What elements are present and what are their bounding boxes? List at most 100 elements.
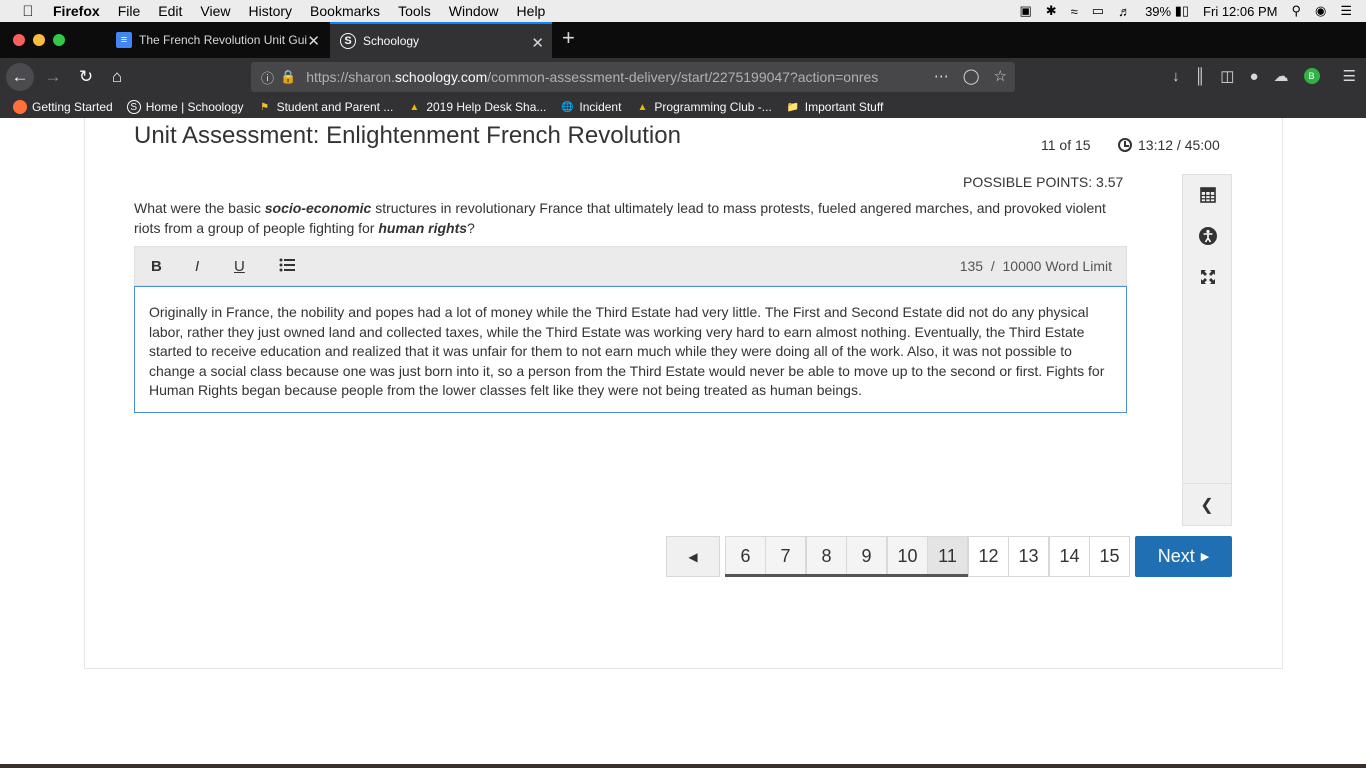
bookmark-folder-important[interactable]: 📁 Important Stuff xyxy=(786,100,884,114)
next-button[interactable]: Next ▶ xyxy=(1135,536,1232,577)
extension-icon[interactable]: ☁ xyxy=(1274,67,1289,85)
question-emphasis: human rights xyxy=(378,219,468,236)
menu-tools[interactable]: Tools xyxy=(398,3,431,19)
window-close-button[interactable] xyxy=(13,34,25,46)
globe-icon: 🌐 xyxy=(561,101,574,113)
bookmark-student-parent[interactable]: ⚑ Student and Parent ... xyxy=(258,100,393,114)
bulleted-list-icon[interactable] xyxy=(279,258,295,276)
lock-icon: 🔒 xyxy=(280,69,297,84)
address-bar[interactable]: ⓘ 🔒 https://sharon.schoology.com/common-… xyxy=(251,62,1015,92)
page-button-9[interactable]: 9 xyxy=(846,536,887,577)
page-actions-icon[interactable]: ⋯ xyxy=(934,67,949,85)
wifi-icon[interactable]: ≈ xyxy=(1071,4,1078,19)
bookmark-star-icon[interactable]: ☆ xyxy=(994,67,1007,85)
window-minimize-button[interactable] xyxy=(33,34,45,46)
url-text[interactable]: https://sharon.schoology.com/common-asse… xyxy=(306,69,906,85)
account-icon[interactable]: ● xyxy=(1249,68,1258,85)
desktop-strip xyxy=(0,764,1366,768)
notification-center-icon[interactable]: ☰ xyxy=(1340,3,1352,19)
siri-icon[interactable]: ◉ xyxy=(1315,3,1326,19)
pocket-icon[interactable]: ◯ xyxy=(963,67,980,85)
close-icon[interactable]: ✕ xyxy=(307,32,320,50)
macos-menubar:  Firefox File Edit View History Bookmar… xyxy=(0,0,1366,22)
page-button-15[interactable]: 15 xyxy=(1089,536,1130,577)
menu-file[interactable]: File xyxy=(118,3,141,19)
bluetooth-icon[interactable]: ✱ xyxy=(1046,3,1057,19)
bookmark-help-desk[interactable]: ▲ 2019 Help Desk Sha... xyxy=(407,100,546,114)
tab-title: Schoology xyxy=(363,34,420,48)
tab-schoology[interactable]: S Schoology ✕ xyxy=(330,22,552,58)
window-zoom-button[interactable] xyxy=(53,34,65,46)
bookmark-label: Home | Schoology xyxy=(145,100,244,114)
url-path: /common-assessment-delivery/start/227519… xyxy=(487,69,879,85)
bookmark-programming-club[interactable]: ▲ Programming Club -... xyxy=(635,100,771,114)
airplay-icon[interactable]: ▭ xyxy=(1092,3,1104,19)
accessibility-icon[interactable] xyxy=(1198,226,1218,246)
forward-arrow-icon[interactable]: → xyxy=(39,63,67,91)
italic-button[interactable]: I xyxy=(195,258,199,275)
info-icon[interactable]: ⓘ xyxy=(261,68,274,87)
next-arrow-icon: ▶ xyxy=(1200,551,1210,563)
menu-bookmarks[interactable]: Bookmarks xyxy=(310,3,380,19)
page-button-12[interactable]: 12 xyxy=(968,536,1009,577)
back-arrow-icon[interactable]: ← xyxy=(6,63,34,91)
collapse-chevron-icon[interactable]: ❮ xyxy=(1183,483,1231,525)
page-button-11-current[interactable]: 11 xyxy=(927,536,968,577)
menu-clock[interactable]: Fri 12:06 PM xyxy=(1203,4,1277,19)
drive-icon: ▲ xyxy=(637,101,648,113)
url-domain: schoology.com xyxy=(394,69,488,85)
tab-french-revolution[interactable]: ≡ The French Revolution Unit Gui ✕ xyxy=(106,22,328,58)
bookmark-getting-started[interactable]: Getting Started xyxy=(13,100,113,114)
page-button-10[interactable]: 10 xyxy=(887,536,928,577)
extension-badge-icon[interactable]: B xyxy=(1303,68,1320,84)
page-button-13[interactable]: 13 xyxy=(1008,536,1049,577)
bold-button[interactable]: B xyxy=(151,258,162,275)
browser-tabbar: ≡ The French Revolution Unit Gui ✕ S Sch… xyxy=(0,22,1366,58)
bookmark-label: Important Stuff xyxy=(804,100,884,114)
home-icon[interactable]: ⌂ xyxy=(103,63,131,91)
apple-icon[interactable]:  xyxy=(17,3,39,20)
battery-icon: ▮▯ xyxy=(1174,3,1190,18)
answer-textarea[interactable]: Originally in France, the nobility and p… xyxy=(134,286,1127,413)
download-icon[interactable]: ↓ xyxy=(1172,68,1180,85)
bookmark-incident[interactable]: 🌐 Incident xyxy=(560,100,621,114)
bookmark-home-schoology[interactable]: S Home | Schoology xyxy=(126,100,244,114)
battery-status[interactable]: 39% ▮▯ xyxy=(1145,3,1189,19)
reload-icon[interactable]: ↻ xyxy=(72,63,100,91)
page-content: Unit Assessment: Enlightenment French Re… xyxy=(0,118,1366,764)
editor-toolbar: B I U 135 / 10000 Word Limit xyxy=(134,246,1127,286)
fullscreen-icon[interactable] xyxy=(1198,267,1218,287)
dropbox-icon[interactable]: ▣ xyxy=(1019,3,1031,19)
underline-button[interactable]: U xyxy=(234,258,245,275)
library-icon[interactable]: ║ xyxy=(1195,68,1206,85)
calculator-icon[interactable] xyxy=(1198,185,1218,205)
folder-icon: 📁 xyxy=(786,101,800,113)
menu-view[interactable]: View xyxy=(200,3,230,19)
page-button-8[interactable]: 8 xyxy=(806,536,847,577)
page-button-6[interactable]: 6 xyxy=(725,536,766,577)
page-button-14[interactable]: 14 xyxy=(1049,536,1090,577)
new-tab-plus-icon[interactable]: + xyxy=(562,27,575,49)
menu-app-name[interactable]: Firefox xyxy=(53,3,100,19)
bookmark-label: Getting Started xyxy=(32,100,113,114)
previous-question-button[interactable]: ◀ xyxy=(666,536,720,577)
question-text: What were the basic socio-economic struc… xyxy=(134,199,1124,238)
next-button-label: Next xyxy=(1157,546,1195,566)
spotlight-icon[interactable]: ⚲ xyxy=(1291,3,1301,19)
url-prefix: https://sharon. xyxy=(306,69,395,85)
page-button-7[interactable]: 7 xyxy=(765,536,806,577)
menu-history[interactable]: History xyxy=(248,3,292,19)
hamburger-menu-icon[interactable]: ☰ xyxy=(1343,67,1356,85)
drive-icon: ▲ xyxy=(409,101,420,113)
battery-percent: 39% xyxy=(1145,3,1172,19)
volume-icon[interactable]: ♬ xyxy=(1118,4,1131,19)
bookmarks-bar: Getting Started S Home | Schoology ⚑ Stu… xyxy=(0,96,1366,118)
menu-edit[interactable]: Edit xyxy=(158,3,182,19)
close-icon[interactable]: ✕ xyxy=(531,34,544,52)
possible-points: POSSIBLE POINTS: 3.57 xyxy=(963,174,1124,190)
firefox-icon xyxy=(13,100,27,114)
menu-window[interactable]: Window xyxy=(449,3,499,19)
sidebar-icon[interactable]: ◫ xyxy=(1220,67,1234,85)
menu-help[interactable]: Help xyxy=(517,3,546,19)
bookmark-label: Incident xyxy=(579,100,622,114)
